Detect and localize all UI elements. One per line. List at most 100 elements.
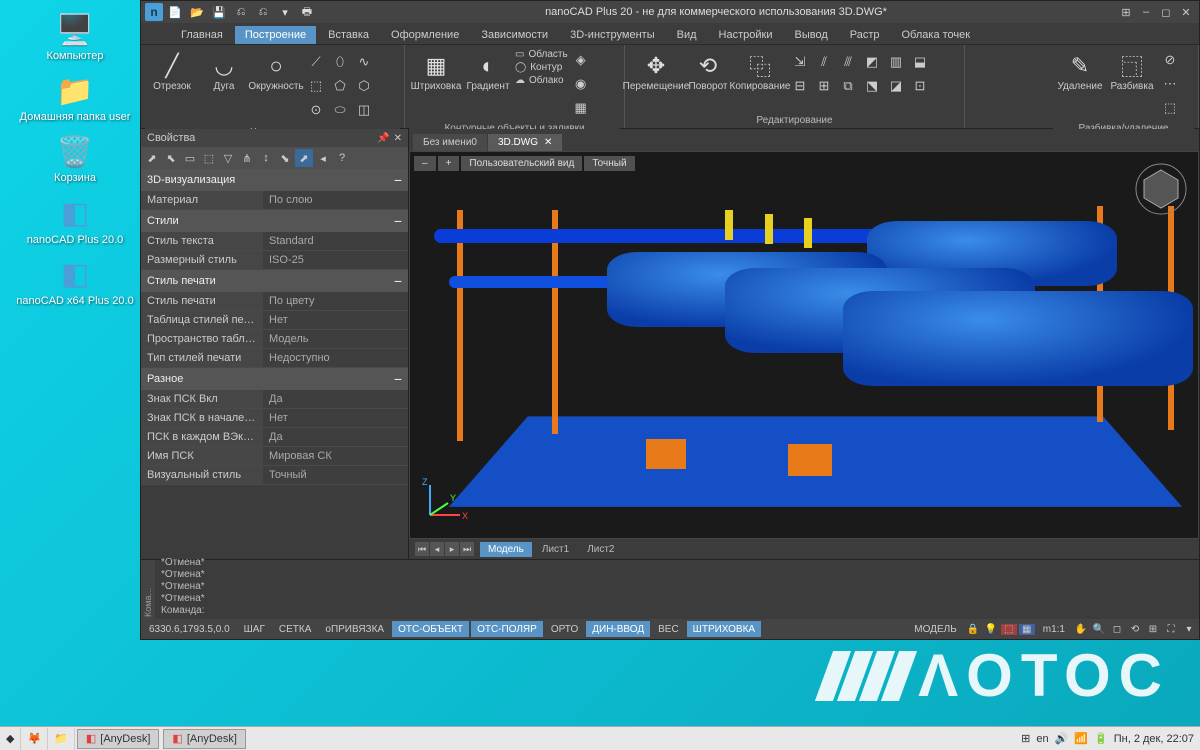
tab-build[interactable]: Построение	[235, 26, 316, 44]
prop-value[interactable]: Недоступно	[263, 349, 408, 367]
vp-style[interactable]: Точный	[584, 156, 634, 171]
save-icon[interactable]: 💾	[211, 4, 227, 20]
mirror-icon[interactable]: ⫽	[813, 51, 835, 73]
prop-value[interactable]: Нет	[263, 409, 408, 427]
close-icon[interactable]: ✕	[544, 137, 552, 148]
command-line[interactable]: Кома... *Отмена* *Отмена* *Отмена* *Отме…	[141, 559, 1199, 619]
undo-icon[interactable]: ⎌	[233, 4, 249, 20]
prop-value[interactable]: Да	[263, 390, 408, 408]
viewport-3d[interactable]: – + Пользовательский вид Точный ZXY	[409, 151, 1199, 539]
layout-tab-sheet1[interactable]: Лист1	[534, 542, 577, 557]
properties-title[interactable]: Свойства 📌✕	[141, 129, 408, 147]
prop-value[interactable]: По слою	[263, 191, 408, 209]
props-section-header[interactable]: Разное−	[141, 368, 408, 390]
window-icon[interactable]: ◻	[1109, 624, 1125, 635]
props-row[interactable]: Тип стилей печатиНедоступно	[141, 349, 408, 368]
hatch-button[interactable]: ▦Штриховка	[411, 49, 461, 94]
tab-3dtools[interactable]: 3D-инструменты	[560, 26, 665, 44]
collapse-icon[interactable]: −	[394, 213, 402, 229]
network-icon[interactable]: 📶	[1074, 732, 1088, 745]
arc-button[interactable]: ◡Дуга	[199, 49, 249, 94]
collapse-icon[interactable]: −	[394, 371, 402, 387]
polygon-icon[interactable]: ⬠	[329, 75, 351, 97]
tab-insert[interactable]: Вставка	[318, 26, 379, 44]
lang-indicator[interactable]: en	[1036, 733, 1048, 745]
tab-constraints[interactable]: Зависимости	[471, 26, 558, 44]
divide-icon[interactable]: ⬚	[1159, 97, 1181, 119]
helix-icon[interactable]: ◫	[353, 99, 375, 121]
prop-value[interactable]: По цвету	[263, 292, 408, 310]
viewcube[interactable]	[1134, 162, 1188, 216]
lock-icon[interactable]: 🔒	[965, 624, 981, 635]
boundary-button[interactable]: ◯Контур	[515, 62, 568, 73]
donut-icon[interactable]: ⬭	[329, 99, 351, 121]
redo-icon[interactable]: ⎌	[255, 4, 271, 20]
explode-button[interactable]: ⿹Разбивка	[1107, 49, 1157, 94]
last-icon[interactable]: ⏭	[460, 542, 474, 556]
volume-icon[interactable]: 🔊	[1055, 732, 1069, 745]
scale-icon[interactable]: ⫻	[837, 51, 859, 73]
prev-icon[interactable]: ◂	[314, 149, 332, 167]
line-button[interactable]: ╱Отрезок	[147, 49, 197, 94]
array-icon[interactable]: ⊟	[789, 75, 811, 97]
dropdown-icon[interactable]: ▾	[277, 4, 293, 20]
desktop-icon-nanocad64[interactable]: ◧nanoCAD x64 Plus 20.0	[10, 255, 140, 308]
start-button[interactable]: ◆	[0, 728, 21, 750]
orbit-icon[interactable]: ⟲	[1127, 624, 1143, 635]
polar-toggle[interactable]: ОТС-ПОЛЯР	[471, 621, 543, 637]
menu-icon[interactable]: ▾	[1181, 624, 1197, 635]
cmd-prompt[interactable]: Команда:	[161, 605, 1193, 617]
props-row[interactable]: Таблица стилей печатиНет	[141, 311, 408, 330]
dyn-toggle[interactable]: ДИН-ВВОД	[586, 621, 650, 637]
funnel-icon[interactable]: ▽	[219, 149, 237, 167]
props-section-header[interactable]: Стиль печати−	[141, 270, 408, 292]
taskbar-task[interactable]: ◧[AnyDesk]	[163, 729, 246, 749]
snap-toggle[interactable]: ШАГ	[238, 621, 271, 637]
circle-button[interactable]: ○Окружность	[251, 49, 301, 94]
prop-value[interactable]: Мировая СК	[263, 447, 408, 465]
props-row[interactable]: Стиль печатиПо цвету	[141, 292, 408, 311]
layout-tab-model[interactable]: Модель	[480, 542, 532, 557]
space-indicator[interactable]: МОДЕЛЬ	[908, 621, 962, 637]
ortho-toggle[interactable]: ОРТО	[545, 621, 584, 637]
lwt-toggle[interactable]: ВЕС	[652, 621, 685, 637]
taskbar-task[interactable]: ◧[AnyDesk]	[77, 729, 160, 749]
copy-button[interactable]: ⿻Копирование	[735, 49, 785, 94]
desktop-icon-home[interactable]: 📁Домашняя папка user	[10, 71, 140, 124]
align-icon[interactable]: ⊡	[909, 75, 931, 97]
pline-icon[interactable]: ⟋	[305, 51, 327, 73]
desktop-icon-trash[interactable]: 🗑️Корзина	[10, 132, 140, 185]
doc-tab[interactable]: Без имени0	[413, 134, 487, 151]
collapse-icon[interactable]: −	[394, 273, 402, 289]
tab-settings[interactable]: Настройки	[709, 26, 783, 44]
props-row[interactable]: МатериалПо слою	[141, 191, 408, 210]
wipeout-icon[interactable]: ◉	[570, 73, 592, 95]
layout-tab-sheet2[interactable]: Лист2	[579, 542, 622, 557]
chamfer-icon[interactable]: ⬔	[861, 75, 883, 97]
props-row[interactable]: Пространство таблицы ...Модель	[141, 330, 408, 349]
maximize-icon[interactable]: ◻	[1157, 4, 1175, 20]
desktop-icon-computer[interactable]: 🖥️Компьютер	[10, 10, 140, 63]
firefox-icon[interactable]: 🦊	[21, 728, 48, 750]
fillet-icon[interactable]: ⬓	[909, 51, 931, 73]
overkill-icon[interactable]: ⋯	[1159, 73, 1181, 95]
rotate-button[interactable]: ⟲Поворот	[683, 49, 733, 94]
osnap-toggle[interactable]: оПРИВЯЗКА	[319, 621, 390, 637]
zoom-icon[interactable]: 🔍	[1091, 624, 1107, 635]
scale-indicator[interactable]: m1:1	[1037, 621, 1071, 637]
tab-output[interactable]: Вывод	[784, 26, 837, 44]
shape-icon[interactable]: ⬡	[353, 75, 375, 97]
rect-icon[interactable]: ⬚	[305, 75, 327, 97]
select-icon[interactable]: ▭	[181, 149, 199, 167]
prop-value[interactable]: ISO-25	[263, 251, 408, 269]
point-icon[interactable]: ⊙	[305, 99, 327, 121]
tab-main[interactable]: Главная	[171, 26, 233, 44]
solid-icon[interactable]: ▦	[570, 97, 592, 119]
vp-minus[interactable]: –	[414, 156, 436, 171]
grid-toggle[interactable]: СЕТКА	[273, 621, 318, 637]
trim-icon[interactable]: ◩	[861, 51, 883, 73]
sort-icon[interactable]: ↕	[257, 149, 275, 167]
tab-pointcloud[interactable]: Облака точек	[892, 26, 981, 44]
titlebar[interactable]: n 📄 📂 💾 ⎌ ⎌ ▾ 🖶 nanoCAD Plus 20 - не для…	[141, 1, 1199, 23]
clean-icon[interactable]: ⊞	[1145, 624, 1161, 635]
